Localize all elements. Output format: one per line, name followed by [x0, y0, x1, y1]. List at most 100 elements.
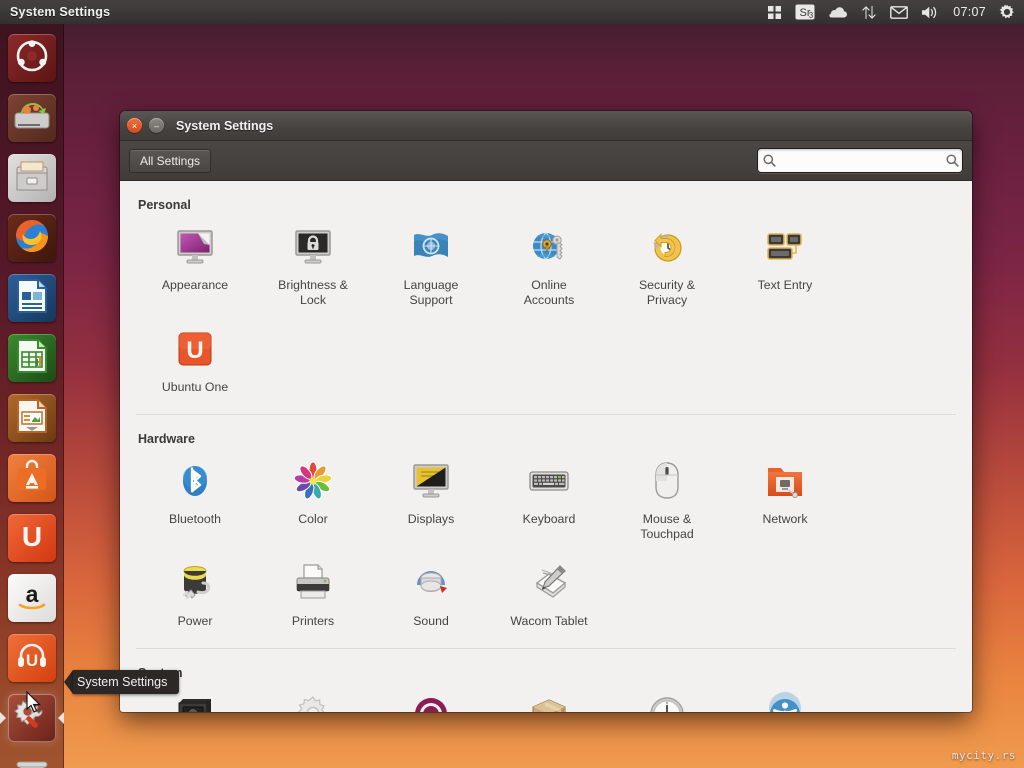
network-folder-icon [761, 457, 809, 505]
wacom-tablet-stylus-icon [525, 559, 573, 607]
disk-restore-icon [13, 100, 51, 137]
settings-item-ubuntu-one[interactable]: U Ubuntu One [136, 318, 254, 405]
settings-item-label: Keyboard [522, 512, 576, 526]
launcher-item-files[interactable] [0, 148, 64, 208]
amazon-a-icon: a [14, 579, 50, 618]
window-close-button[interactable]: × [127, 118, 142, 133]
settings-item-network[interactable]: Network [726, 450, 844, 552]
svg-text:3: 3 [809, 11, 814, 20]
top-panel: System Settings Sr 3 07:07 [0, 0, 1024, 24]
panel-app-title: System Settings [10, 5, 111, 19]
ubuntu-one-icon: U [171, 325, 219, 373]
impress-presentation-icon [16, 398, 48, 439]
launcher-item-system-settings[interactable] [0, 688, 64, 748]
language-flag-icon [407, 223, 455, 271]
keyboard-layout-icon[interactable]: Sr 3 [795, 4, 815, 20]
launcher-item-firefox[interactable] [0, 208, 64, 268]
panel-clock[interactable]: 07:07 [953, 5, 986, 19]
launcher-item-software-center[interactable] [0, 448, 64, 508]
launcher-item-ubuntu-one-music[interactable]: U [0, 628, 64, 688]
settings-item-label: Printers [291, 614, 335, 628]
network-transfer-icon[interactable] [861, 5, 877, 20]
workspace-switcher-icon[interactable] [767, 5, 782, 20]
settings-item-software-updates[interactable]: Software &Updates [490, 684, 608, 712]
window-titlebar[interactable]: × – System Settings [120, 111, 972, 141]
printer-icon [289, 559, 337, 607]
settings-panel-grid: Personal Appearance Brightness & Lock La… [120, 181, 972, 712]
settings-item-appearance[interactable]: Appearance [136, 216, 254, 318]
settings-item-label: Color [298, 512, 328, 526]
tooltip-label: System Settings [73, 670, 180, 694]
section-hardware: Hardware Bluetooth Color Displays Keyboa… [136, 415, 956, 639]
settings-item-label: Appearance [161, 278, 229, 292]
settings-item-label: Bluetooth [169, 512, 221, 526]
settings-item-label: Power [177, 614, 213, 628]
search-submit-icon[interactable] [941, 154, 964, 167]
window-toolbar: All Settings [120, 141, 972, 181]
launcher-item-trash[interactable] [0, 748, 64, 768]
ubuntu-logo-icon [15, 39, 49, 78]
grid-system: Backup Details [136, 684, 956, 712]
settings-item-text-entry[interactable]: Text Entry [726, 216, 844, 318]
svg-text:U: U [186, 337, 203, 364]
settings-item-displays[interactable]: Displays [372, 450, 490, 552]
settings-item-wacom-tablet[interactable]: Wacom Tablet [490, 552, 608, 639]
music-headphones-icon: U [15, 640, 49, 677]
svg-text:U: U [22, 521, 42, 552]
settings-item-printers[interactable]: Printers [254, 552, 372, 639]
messaging-envelope-icon[interactable] [890, 5, 909, 19]
section-title-personal: Personal [138, 198, 191, 212]
section-title-system: System [136, 657, 956, 684]
settings-item-color[interactable]: Color [254, 450, 372, 552]
backup-safe-icon [171, 691, 219, 712]
keyboard-icon [525, 457, 573, 505]
settings-item-power[interactable]: Power [136, 552, 254, 639]
landscape-circle-icon [407, 691, 455, 712]
settings-item-label: Security & Privacy [638, 278, 696, 307]
all-settings-button[interactable]: All Settings [129, 148, 212, 173]
launcher-item-amazon[interactable]: a [0, 568, 64, 628]
session-gear-icon[interactable] [999, 4, 1015, 20]
settings-item-details[interactable]: Details [254, 684, 372, 712]
launcher-tooltip: System Settings [64, 670, 180, 694]
launcher-item-libreoffice-calc[interactable] [0, 328, 64, 388]
svg-text:U: U [26, 651, 38, 670]
settings-item-label: Wacom Tablet [510, 614, 588, 628]
settings-item-universal-access[interactable]: UniversalAccess [726, 684, 844, 712]
settings-item-mouse-touchpad[interactable]: Mouse & Touchpad [608, 450, 726, 552]
settings-item-bluetooth[interactable]: Bluetooth [136, 450, 254, 552]
writer-document-icon [16, 278, 48, 319]
launcher-item-dash-home[interactable] [0, 28, 64, 88]
launcher-item-backup-restore[interactable] [0, 88, 64, 148]
settings-item-security-privacy[interactable]: Security & Privacy [608, 216, 726, 318]
settings-item-label: Online Accounts [523, 278, 575, 307]
settings-item-brightness-lock[interactable]: Brightness & Lock [254, 216, 372, 318]
site-watermark: mycity.rs [951, 749, 1016, 762]
window-title: System Settings [176, 118, 274, 133]
power-battery-icon [171, 559, 219, 607]
time-date-clock-icon [643, 691, 691, 712]
mouse-icon [643, 457, 691, 505]
search-input[interactable] [782, 153, 941, 168]
calc-spreadsheet-icon [16, 338, 48, 379]
settings-item-sound[interactable]: Sound [372, 552, 490, 639]
settings-item-time-date[interactable]: Time & Date [608, 684, 726, 712]
settings-item-keyboard[interactable]: Keyboard [490, 450, 608, 552]
section-system: System Backup [136, 649, 956, 712]
brightness-lock-icon [289, 223, 337, 271]
ubuntu-one-u-icon: U [15, 519, 49, 558]
grid-personal: Appearance Brightness & Lock Language Su… [136, 216, 956, 405]
launcher-item-libreoffice-impress[interactable] [0, 388, 64, 448]
settings-item-landscape-service[interactable]: LandscapeService [372, 684, 490, 712]
settings-item-label: Displays [407, 512, 455, 526]
search-box[interactable] [757, 148, 963, 173]
settings-item-language-support[interactable]: Language Support [372, 216, 490, 318]
sound-volume-icon[interactable] [921, 5, 940, 20]
window-minimize-button[interactable]: – [149, 118, 164, 133]
launcher-item-ubuntu-one[interactable]: U [0, 508, 64, 568]
settings-item-online-accounts[interactable]: Online Accounts [490, 216, 608, 318]
launcher-item-libreoffice-writer[interactable] [0, 268, 64, 328]
bluetooth-icon [171, 457, 219, 505]
settings-item-label: Sound [413, 614, 449, 628]
ubuntu-one-cloud-icon[interactable] [828, 5, 848, 19]
